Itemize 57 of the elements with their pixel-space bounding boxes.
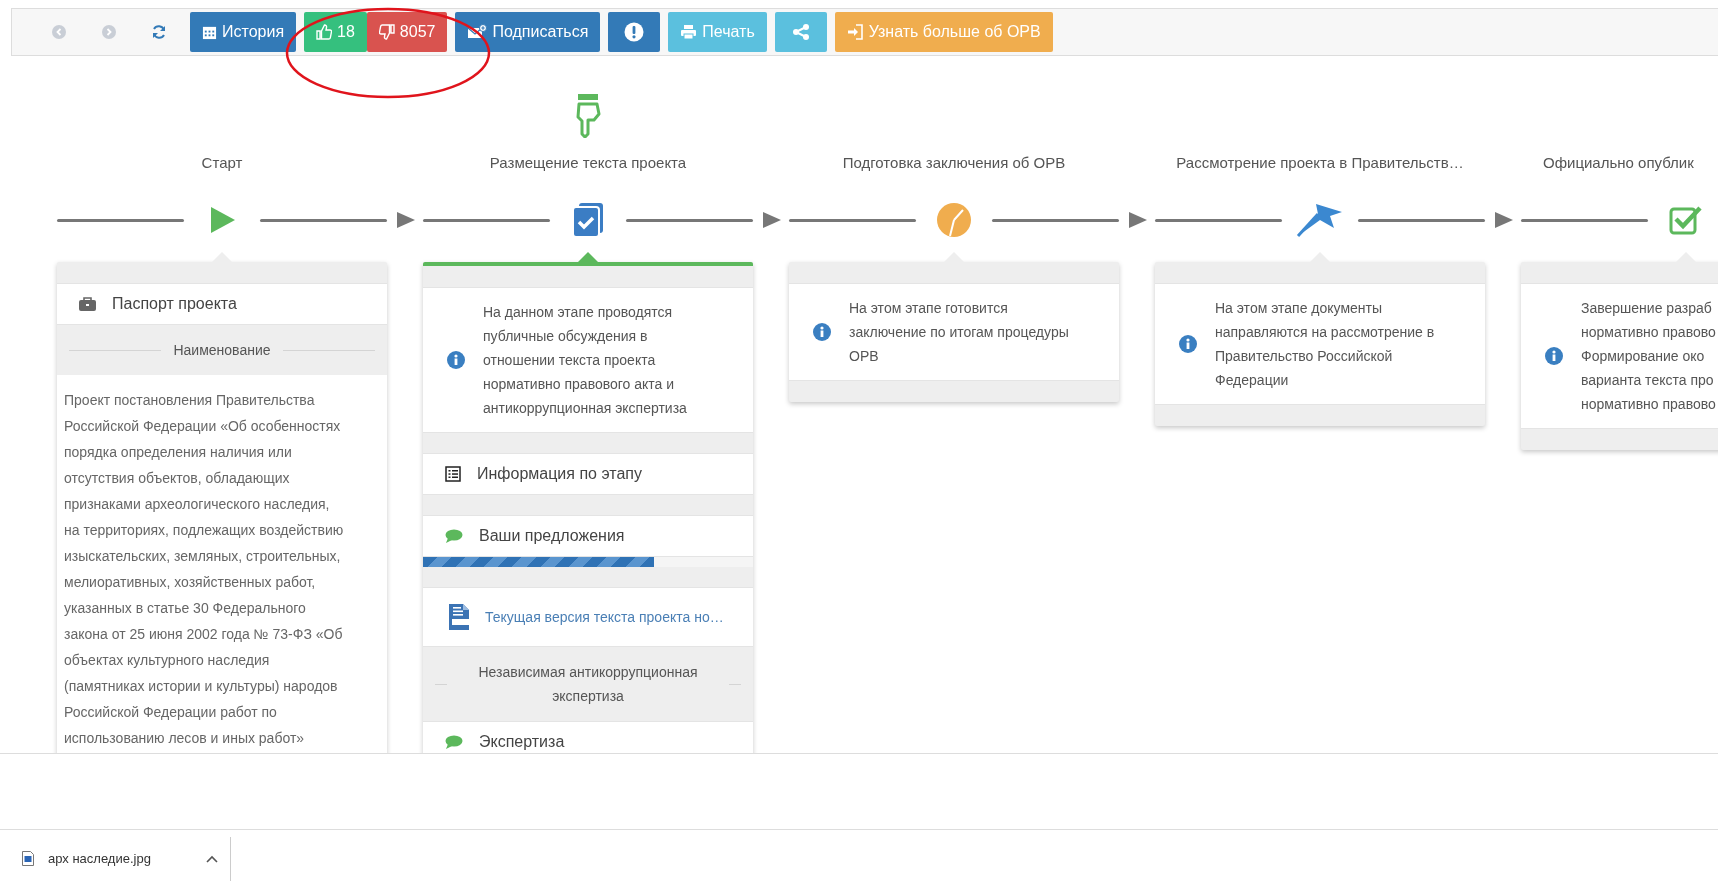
subscribe-button[interactable]: Подписаться: [455, 12, 601, 52]
info-icon: [813, 323, 831, 341]
info-icon: [447, 351, 465, 369]
thumbs-up-icon: [316, 24, 333, 40]
info-icon: [1179, 335, 1197, 353]
stage-description: На данном этапе проводятся публичные обсуждения в отношении текста проекта нормативно правового акта и антикоррупционная экспертиза: [483, 303, 687, 418]
stage-description: На этом этапе готовится заключение по итогам процедуры ОРВ: [849, 299, 1069, 366]
speech-bubble-icon: [445, 529, 463, 543]
stage-description: Завершение разраб нормативно правово Формирование око варианта текста про нормативно правово: [1581, 299, 1716, 414]
pie-chart-icon: [936, 202, 972, 238]
info-icon: [1545, 347, 1563, 365]
stage-title: Подготовка заключения об ОРВ: [841, 153, 1067, 173]
share-button[interactable]: [774, 12, 827, 52]
stage-description: На этом этапе документы направляются на рассмотрение в Правительство Российской Федерации: [1215, 299, 1435, 390]
stage-title: Рассмотрение проекта в Правительств…: [1175, 153, 1465, 173]
document-link[interactable]: Текущая версия текста проекта но…: [485, 609, 724, 625]
dislike-button[interactable]: 8057: [366, 12, 448, 52]
caret-up-icon: [206, 854, 218, 863]
arrow-icon: [1495, 212, 1513, 228]
image-file-icon: [22, 851, 34, 866]
stage-info-row[interactable]: Информация по этапу: [423, 453, 753, 495]
arrow-icon: [397, 212, 415, 228]
speech-bubble-icon: [445, 735, 463, 749]
arrow-icon: [763, 212, 781, 228]
like-button[interactable]: 18: [304, 12, 367, 52]
checked-document-icon: [571, 202, 605, 238]
passport-row[interactable]: Паспорт проекта: [57, 283, 387, 325]
calendar-icon: [202, 24, 217, 40]
project-title-text: Проект постановления Правительства Российской Федерации «Об особенностях порядка определения наличия или отсутствия объектов, обладающих признаками археологического наследия, на территориях, подлежащих воздействию изыскательских, земляных, строительных, мелиоративных, хозяйственных работ, указанных в статье 30 Федерального закона от 25 июня 2002 года № 73-ФЗ «Об объектах культурного наследия (памятниках истории и культуры) народов Российской Федерации работ по использованию лесов и иных работ»: [57, 375, 387, 753]
checkbox-icon: [1669, 205, 1703, 235]
expertise-row[interactable]: Экспертиза: [423, 721, 753, 753]
row-label: Ваши предложения: [479, 527, 625, 545]
file-name: арх наследие.jpg: [48, 851, 152, 866]
printer-icon: [680, 24, 698, 40]
history-button[interactable]: История: [190, 12, 297, 52]
row-label: Паспорт проекта: [112, 295, 237, 313]
docx-file-icon: [449, 604, 471, 630]
list-icon: [445, 466, 461, 482]
stage-title: Размещение текста проекта: [488, 153, 688, 173]
share-icon: [791, 23, 810, 41]
thumbs-down-icon: [378, 24, 395, 40]
proposals-row[interactable]: Ваши предложения: [423, 515, 753, 557]
row-label: Экспертиза: [479, 733, 565, 751]
row-label: Информация по этапу: [477, 465, 642, 483]
flag-icon: [1296, 202, 1344, 238]
refresh-icon: [151, 24, 167, 40]
download-item[interactable]: арх наследие.jpg: [0, 851, 218, 866]
sign-in-icon: [846, 24, 864, 40]
arrow-icon: [1129, 212, 1147, 228]
alert-button[interactable]: [608, 12, 661, 52]
stage-title: Официально опублик: [1542, 153, 1695, 173]
briefcase-icon: [79, 297, 96, 311]
exclamation-icon: [624, 22, 645, 42]
stage-title: Старт: [200, 153, 244, 173]
envelope-icon: [467, 24, 488, 40]
section-heading: Независимая антикоррупционная экспертиза: [477, 663, 699, 706]
section-heading: Наименование: [173, 341, 271, 360]
